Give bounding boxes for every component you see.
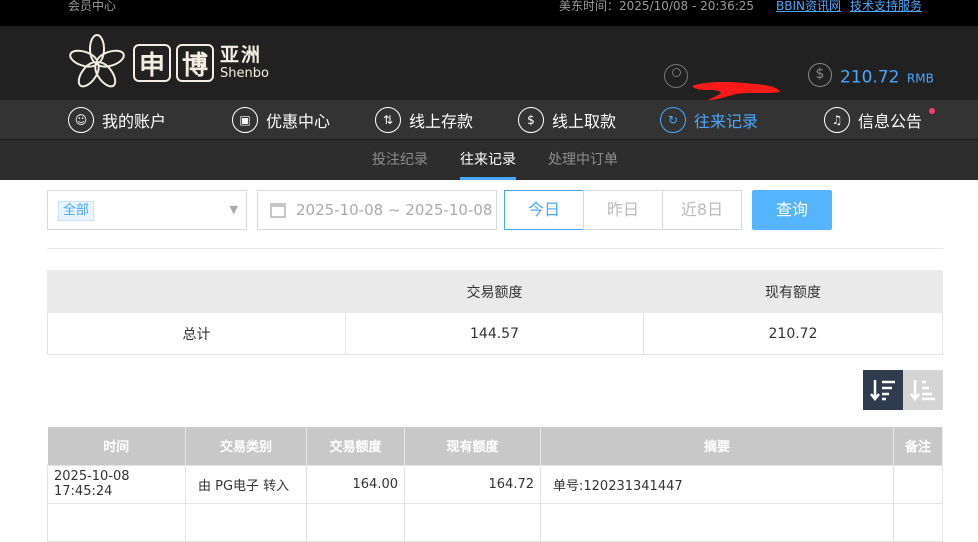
nav-promotions[interactable]: ▣ 优惠中心 xyxy=(232,100,330,140)
cell-balance: 164.72 xyxy=(404,464,541,504)
nav-announcements[interactable]: ♫ 信息公告 xyxy=(824,100,922,140)
bbin-news-link[interactable]: BBIN资讯网 xyxy=(776,0,841,13)
col-balance[interactable]: 现有额度 xyxy=(404,427,541,465)
logo-char-box: 申 xyxy=(133,44,171,82)
user-avatar-icon[interactable] xyxy=(664,64,688,88)
sort-desc-icon xyxy=(870,380,895,402)
deposit-icon: ⇅ xyxy=(375,107,401,133)
site-logo[interactable]: 申 博 亚洲 Shenbo xyxy=(66,32,269,94)
transaction-type-select[interactable]: 全部 ▼ xyxy=(47,190,247,230)
cell-remark xyxy=(893,464,943,504)
nav-label: 我的账户 xyxy=(102,112,167,131)
summary-header-cell xyxy=(47,270,346,313)
eastern-time-label: 美东时间：2025/10/08 - 20:36:25 xyxy=(559,0,755,13)
sort-ascending-button[interactable] xyxy=(903,370,943,410)
nav-withdraw[interactable]: $ 线上取款 xyxy=(518,100,616,140)
query-button[interactable]: 查询 xyxy=(752,190,832,230)
main-nav: ☺ 我的账户 ▣ 优惠中心 ⇅ 线上存款 $ 线上取款 ↻ 往来记录 ♫ 信息公… xyxy=(0,100,978,140)
filter-bar: 全部 ▼ 2025-10-08 ~ 2025-10-08 今日 昨日 近8日 查… xyxy=(47,190,943,230)
summary-header-row: 交易额度 现有额度 xyxy=(47,270,943,313)
summary-header-cell: 现有额度 xyxy=(643,270,943,313)
dollar-icon: $ xyxy=(808,63,832,87)
col-amount[interactable]: 交易额度 xyxy=(306,427,405,465)
nav-label: 信息公告 xyxy=(858,112,923,131)
tab-transactions[interactable]: 往来记录 xyxy=(460,140,516,180)
summary-cell: 144.57 xyxy=(345,312,644,355)
col-type[interactable]: 交易类别 xyxy=(185,427,307,465)
quick-date-last8[interactable]: 近8日 xyxy=(662,190,742,230)
member-center-label: 会员中心 xyxy=(68,0,117,13)
table-row xyxy=(47,502,943,542)
summary-cell: 210.72 xyxy=(643,312,943,355)
logo-cn-text: 亚洲 xyxy=(220,44,263,66)
cell-amount: 164.00 xyxy=(306,464,405,504)
account-balance: 210.72 RMB xyxy=(840,67,934,88)
withdraw-icon: $ xyxy=(518,107,544,133)
divider xyxy=(47,248,943,249)
date-range-value: 2025-10-08 ~ 2025-10-08 xyxy=(296,201,493,219)
nav-records[interactable]: ↻ 往来记录 xyxy=(660,100,758,140)
nav-my-account[interactable]: ☺ 我的账户 xyxy=(68,100,166,140)
tech-support-link[interactable]: 技术支持服务 xyxy=(850,0,922,13)
user-icon: ☺ xyxy=(68,107,94,133)
tab-pending-orders[interactable]: 处理中订单 xyxy=(548,140,618,180)
site-header: 申 博 亚洲 Shenbo $ 210.72 RMB xyxy=(0,26,978,100)
summary-header-cell: 交易额度 xyxy=(345,270,644,313)
records-header-row: 时间 交易类别 交易额度 现有额度 摘要 备注 xyxy=(47,427,943,465)
balance-amount: 210.72 xyxy=(840,67,900,88)
nav-label: 线上取款 xyxy=(552,112,617,131)
table-row[interactable]: 2025-10-08 17:45:24 由 PG电子 转入 164.00 164… xyxy=(47,464,943,504)
tab-bet-records[interactable]: 投注纪录 xyxy=(372,140,428,180)
gift-icon: ▣ xyxy=(232,107,258,133)
cell-time: 2025-10-08 17:45:24 xyxy=(47,464,186,504)
quick-date-today[interactable]: 今日 xyxy=(504,190,584,230)
date-range-picker[interactable]: 2025-10-08 ~ 2025-10-08 xyxy=(257,190,497,230)
sort-descending-button[interactable] xyxy=(863,370,903,410)
caret-down-icon: ▼ xyxy=(229,203,238,216)
nav-label: 优惠中心 xyxy=(266,112,331,131)
logo-en-text: Shenbo xyxy=(220,66,269,81)
flower-logo-icon xyxy=(69,34,125,88)
nav-deposit[interactable]: ⇅ 线上存款 xyxy=(375,100,473,140)
bell-icon: ♫ xyxy=(824,107,850,133)
nav-label: 往来记录 xyxy=(694,112,759,131)
logo-wordmark: 亚洲 Shenbo xyxy=(220,44,269,81)
summary-row: 总计 144.57 210.72 xyxy=(47,312,943,355)
quick-date-yesterday[interactable]: 昨日 xyxy=(583,190,663,230)
cell-type: 由 PG电子 转入 xyxy=(185,464,307,504)
cell-summary: 单号:120231341447 xyxy=(540,464,894,504)
top-strip: 会员中心 美东时间：2025/10/08 - 20:36:25 BBIN资讯网 … xyxy=(0,0,978,26)
sort-asc-icon xyxy=(910,380,935,402)
selected-type-tag: 全部 xyxy=(58,201,95,221)
logo-char-box: 博 xyxy=(176,44,214,82)
summary-table: 交易额度 现有额度 总计 144.57 210.72 xyxy=(47,270,943,355)
col-time[interactable]: 时间 xyxy=(47,427,186,465)
calendar-icon xyxy=(270,203,286,218)
records-icon: ↻ xyxy=(660,107,686,133)
nav-label: 线上存款 xyxy=(409,112,474,131)
summary-cell: 总计 xyxy=(47,312,346,355)
redacted-username xyxy=(692,82,780,100)
col-summary[interactable]: 摘要 xyxy=(540,427,894,465)
balance-currency: RMB xyxy=(906,71,934,86)
sub-nav: 投注纪录 往来记录 处理中订单 xyxy=(0,140,978,180)
col-remark[interactable]: 备注 xyxy=(893,427,943,465)
records-table: 时间 交易类别 交易额度 现有额度 摘要 备注 2025-10-08 17:45… xyxy=(47,427,943,542)
notification-dot xyxy=(929,108,935,114)
